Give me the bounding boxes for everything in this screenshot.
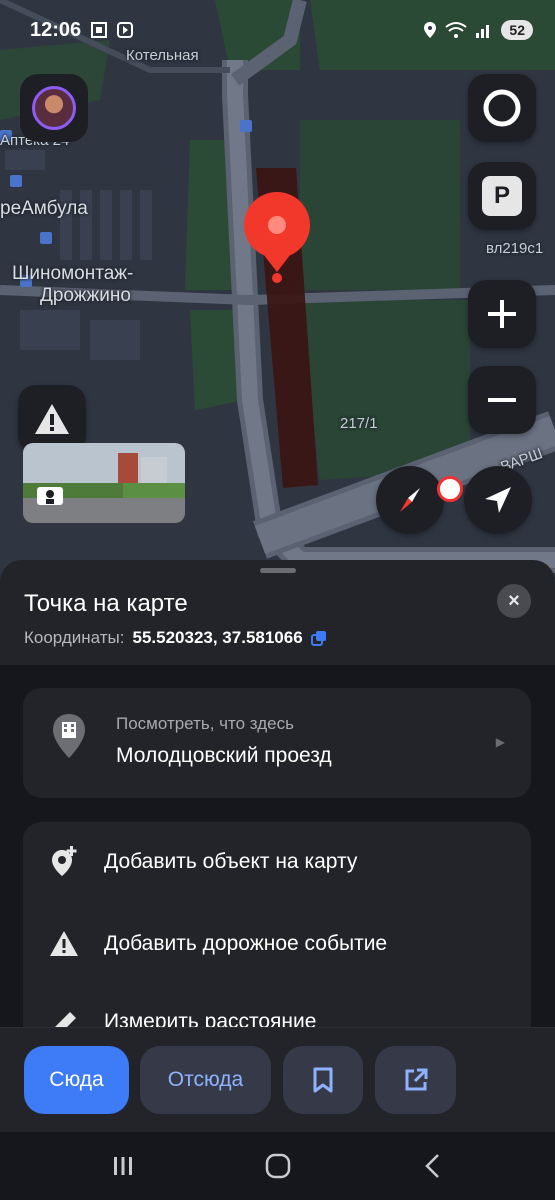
add-road-event-action[interactable]: Добавить дорожное событие [23,914,531,974]
what-is-here-title: Молодцовский проезд [116,744,332,767]
measure-distance-action[interactable]: Измерить расстояние [23,992,531,1030]
alice-assistant-button[interactable] [468,74,536,142]
route-to-here-button[interactable]: Сюда [24,1046,129,1114]
zoom-out-button[interactable] [468,366,536,434]
back-icon [425,1154,439,1178]
share-button[interactable] [375,1046,456,1114]
sheet-body: Посмотреть, что здесь Молодцовский проез… [0,665,555,1030]
building-pin-icon [53,714,85,758]
copy-icon[interactable] [310,630,327,646]
home-button[interactable] [258,1152,298,1180]
street-view-icon [37,487,63,505]
plus-icon [488,300,516,328]
compass-button[interactable] [376,466,444,534]
add-object-label: Добавить объект на карту [104,850,358,873]
recent-apps-button[interactable] [103,1152,143,1180]
location-icon [424,22,437,38]
map-label-ambula: реАмбула [0,198,88,219]
wifi-icon [445,22,468,38]
chevron-right-icon: ▶ [495,735,505,749]
map-label-building-1: вл219с1 [486,240,544,257]
back-button[interactable] [413,1152,453,1180]
speed-camera-icon [437,476,463,502]
street-view-thumbnail[interactable] [23,443,185,523]
compass-icon [400,488,420,512]
what-is-here-subtitle: Посмотреть, что здесь [116,714,294,733]
map-label-tire-2: Дрожжино [40,285,131,306]
close-icon: × [508,589,520,612]
coordinates-value: 55.520323, 37.581066 [132,628,303,647]
assistant-icon [483,89,521,127]
sheet-title: Точка на карте [24,590,188,617]
parking-icon: P [482,176,522,216]
signal-icon [476,25,490,38]
map-label-building-2: 217/1 [340,415,378,432]
system-nav-bar [0,1132,555,1200]
sheet-handle[interactable] [260,568,296,573]
status-time: 12:06 [30,19,82,41]
minus-icon [488,398,516,402]
notification-icon [117,22,133,38]
add-road-event-label: Добавить дорожное событие [104,932,388,955]
what-is-here-card[interactable]: Посмотреть, что здесь Молодцовский проез… [23,688,531,798]
route-action-bar: Сюда Отсюда [0,1027,555,1132]
coordinates-label: Координаты: [24,628,125,647]
zoom-in-button[interactable] [468,280,536,348]
share-icon [405,1068,427,1091]
bookmark-icon [313,1067,333,1093]
warning-icon [49,929,79,959]
navigation-arrow-icon [485,487,511,513]
actions-card: Добавить объект на карту Добавить дорожн… [23,822,531,1030]
screenshot-icon [91,22,107,38]
map-view[interactable]: Котельная Аптека 24 реАмбула Шиномонтаж-… [0,0,555,600]
profile-avatar-button[interactable] [20,74,88,142]
bookmark-button[interactable] [283,1046,363,1114]
parking-button[interactable]: P [468,162,536,230]
place-sheet: Точка на карте × Координаты: 55.520323, … [0,560,555,1030]
recent-apps-icon [114,1157,132,1175]
status-bar: 12:06 52 [0,0,555,64]
add-place-icon [49,846,79,877]
add-object-action[interactable]: Добавить объект на карту [23,832,531,892]
battery-indicator: 52 [501,20,533,40]
home-icon [265,1153,291,1179]
avatar [32,86,76,130]
map-label-tire-1: Шиномонтаж- [12,263,134,284]
my-location-button[interactable] [464,466,532,534]
route-from-here-button[interactable]: Отсюда [140,1046,271,1114]
warning-icon [35,404,69,434]
close-button[interactable]: × [497,584,531,618]
coordinates-row: Координаты: 55.520323, 37.581066 [24,628,327,648]
